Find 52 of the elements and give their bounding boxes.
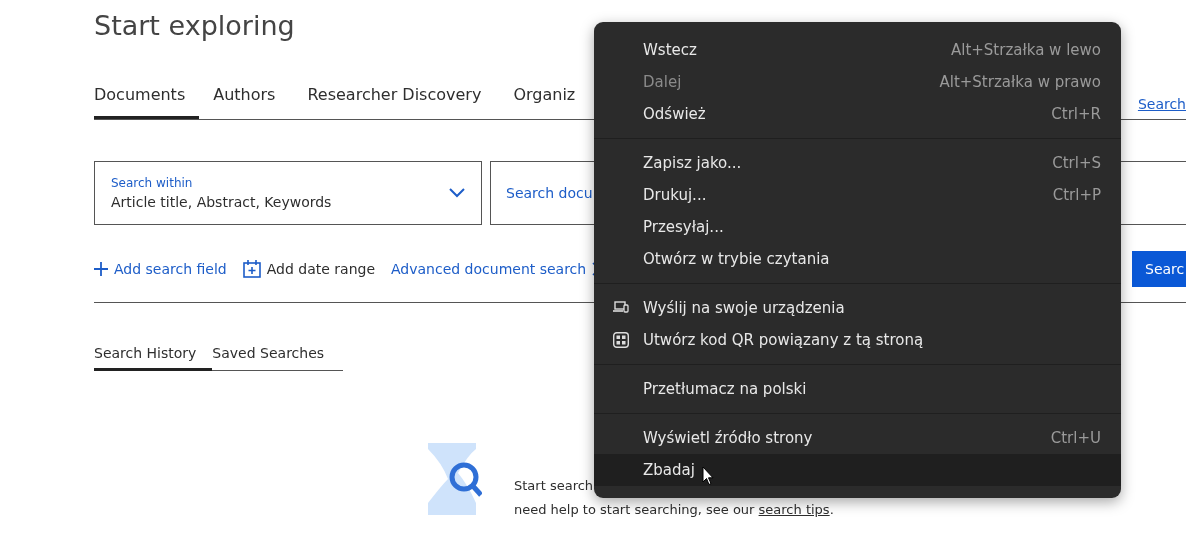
- menu-item[interactable]: Przetłumacz na polski: [594, 373, 1121, 405]
- tab[interactable]: Documents: [94, 83, 200, 119]
- empty-state-text: Start search: [514, 477, 594, 495]
- shortcut-text: Ctrl+R: [1051, 103, 1101, 125]
- menu-item-label: Dalej: [643, 71, 682, 93]
- history-tab[interactable]: Saved Searches: [212, 343, 341, 371]
- search-within-dropdown[interactable]: Search within Article title, Abstract, Keywords: [94, 161, 482, 225]
- empty-state-text: need help to start searching, see our search tips.: [514, 501, 834, 519]
- menu-item-label: Wyślij na swoje urządzenia: [643, 297, 845, 319]
- menu-item[interactable]: Wyślij na swoje urządzenia: [594, 292, 1121, 324]
- menu-item[interactable]: Zapisz jako... Ctrl+S: [594, 147, 1121, 179]
- history-tab[interactable]: Search History: [94, 343, 213, 371]
- mouse-cursor-icon: [702, 466, 714, 486]
- menu-item-label: Otwórz w trybie czytania: [643, 248, 830, 270]
- menu-item-label: Zapisz jako...: [643, 152, 742, 174]
- shortcut-text: Ctrl+S: [1052, 152, 1101, 174]
- shortcut-text: Alt+Strzałka w prawo: [939, 71, 1101, 93]
- menu-item[interactable]: Wyświetl źródło strony Ctrl+U: [594, 422, 1121, 454]
- menu-item[interactable]: Przesyłaj...: [594, 211, 1121, 243]
- menu-item-label: Wstecz: [643, 39, 697, 61]
- action-link[interactable]: Add date range: [266, 258, 375, 280]
- search-tips-link[interactable]: Search: [1137, 94, 1186, 115]
- menu-item-label: Odśwież: [643, 103, 706, 125]
- menu-item-label: Drukuj...: [643, 184, 707, 206]
- devices-icon: [613, 301, 629, 313]
- menu-item[interactable]: Drukuj... Ctrl+P: [594, 179, 1121, 211]
- action-link[interactable]: Add search field: [114, 258, 227, 280]
- shortcut-text: Ctrl+P: [1052, 184, 1101, 206]
- action-link[interactable]: Advanced document search: [391, 258, 587, 280]
- hourglass-search-icon: [428, 443, 482, 515]
- page-title: Start exploring: [94, 10, 296, 43]
- menu-item-label: Zbadaj: [643, 459, 695, 481]
- menu-item-label: Wyświetl źródło strony: [643, 427, 813, 449]
- shortcut-text: Ctrl+U: [1050, 427, 1101, 449]
- chevron-down-icon: [449, 188, 465, 198]
- submit-button[interactable]: Searc: [1132, 251, 1186, 287]
- search-tips-link[interactable]: search tips: [758, 502, 830, 517]
- menu-item[interactable]: Wstecz Alt+Strzałka w lewo: [594, 34, 1121, 66]
- menu-item[interactable]: Zbadaj: [594, 454, 1121, 486]
- tab[interactable]: Organiz: [513, 83, 576, 119]
- menu-item[interactable]: Otwórz w trybie czytania: [594, 243, 1121, 275]
- menu-item[interactable]: Utwórz kod QR powiązany z tą stroną: [594, 324, 1121, 356]
- calendar-add-icon: [242, 260, 261, 278]
- tab[interactable]: Researcher Discovery: [307, 83, 482, 119]
- tab[interactable]: Authors: [213, 83, 276, 119]
- menu-item[interactable]: Odśwież Ctrl+R: [594, 98, 1121, 130]
- shortcut-text: Alt+Strzałka w lewo: [950, 39, 1101, 61]
- menu-item-label: Utwórz kod QR powiązany z tą stroną: [643, 329, 924, 351]
- menu-item-label: Przesyłaj...: [643, 216, 724, 238]
- qr-code-icon: [613, 332, 629, 348]
- menu-item-label: Przetłumacz na polski: [643, 378, 807, 400]
- plus-icon: [94, 262, 108, 276]
